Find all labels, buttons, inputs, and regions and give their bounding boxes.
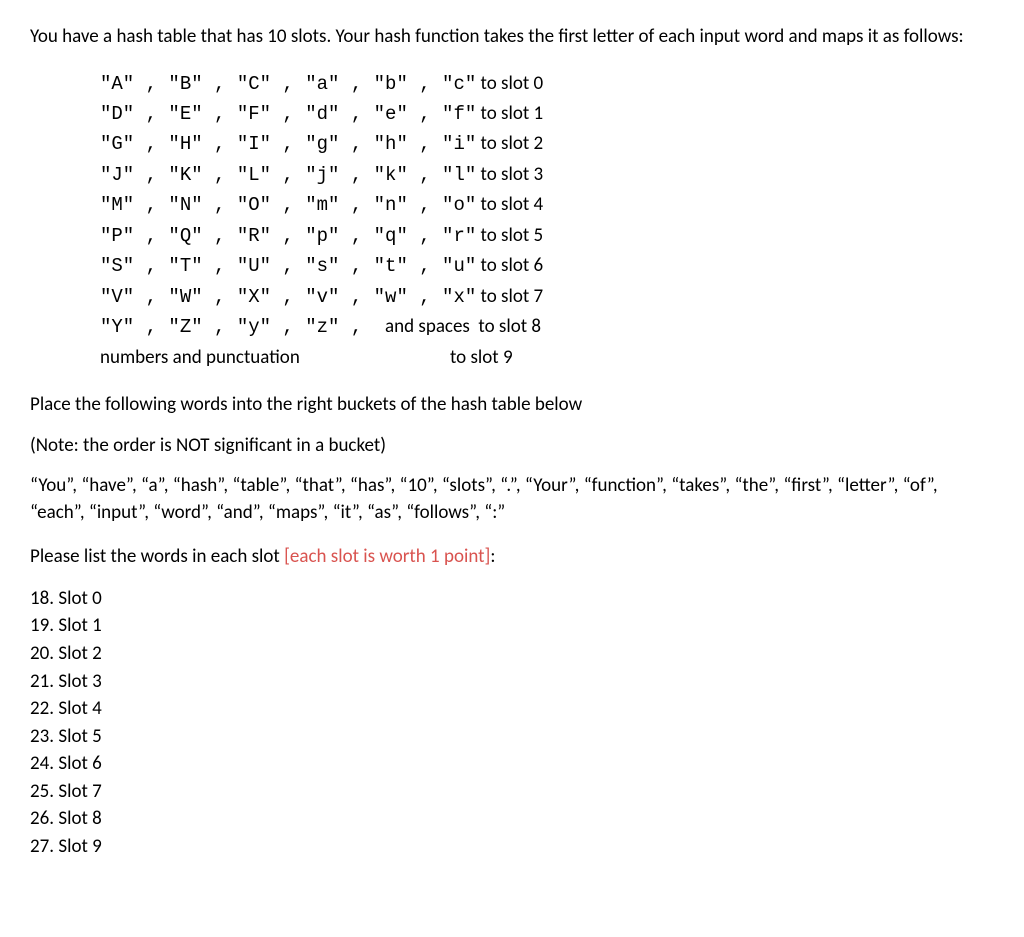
mapping-target: to slot 9 <box>450 343 513 372</box>
mapping-target: to slot 1 <box>476 99 543 128</box>
instruction-2: (Note: the order is NOT significant in a… <box>30 433 994 460</box>
mapping-target: to slot 4 <box>476 190 543 219</box>
mapping-target: to slot 0 <box>476 69 543 98</box>
mapping-target: to slot 8 <box>470 312 541 341</box>
mapping-row: "V" , "W" , "X" , "v" , "w" , "x" to slo… <box>100 282 994 312</box>
mapping-row: "P" , "Q" , "R" , "p" , "q" , "r" to slo… <box>100 221 994 251</box>
slot-item: 25. Slot 7 <box>30 778 994 806</box>
mapping-text: numbers and punctuation <box>100 343 450 372</box>
slot-item: 24. Slot 6 <box>30 750 994 778</box>
instruction-1: Place the following words into the right… <box>30 392 994 419</box>
slot-item: 18. Slot 0 <box>30 585 994 613</box>
mapping-chars: "A" , "B" , "C" , "a" , "b" , "c" <box>100 70 476 99</box>
slot-item: 23. Slot 5 <box>30 723 994 751</box>
slot-item: 26. Slot 8 <box>30 805 994 833</box>
mapping-row: "M" , "N" , "O" , "m" , "n" , "o" to slo… <box>100 190 994 220</box>
mapping-row: "D" , "E" , "F" , "d" , "e" , "f" to slo… <box>100 99 994 129</box>
mapping-row: "Y" , "Z" , "y" , "z" , and spaces to sl… <box>100 312 994 342</box>
mapping-target: to slot 2 <box>476 129 543 158</box>
slot-item: 22. Slot 4 <box>30 695 994 723</box>
mapping-target: to slot 5 <box>476 221 543 250</box>
mapping-chars: "D" , "E" , "F" , "d" , "e" , "f" <box>100 100 476 129</box>
mapping-chars: "J" , "K" , "L" , "j" , "k" , "l" <box>100 161 476 190</box>
mapping-row: "J" , "K" , "L" , "j" , "k" , "l" to slo… <box>100 160 994 190</box>
mapping-row: "S" , "T" , "U" , "s" , "t" , "u" to slo… <box>100 251 994 281</box>
slot-item: 21. Slot 3 <box>30 668 994 696</box>
mapping-extra: and spaces <box>385 312 470 341</box>
slot-item: 27. Slot 9 <box>30 833 994 861</box>
mapping-target: to slot 7 <box>476 282 543 311</box>
words-list: “You”, “have”, “a”, “hash”, “table”, “th… <box>30 473 994 526</box>
intro-paragraph: You have a hash table that has 10 slots.… <box>30 24 994 51</box>
slot-item: 20. Slot 2 <box>30 640 994 668</box>
mapping-table: "A" , "B" , "C" , "a" , "b" , "c" to slo… <box>100 69 994 372</box>
prompt-highlight: [each slot is worth 1 point] <box>284 545 490 568</box>
prompt-suffix: : <box>490 545 495 568</box>
mapping-chars: "V" , "W" , "X" , "v" , "w" , "x" <box>100 283 476 312</box>
mapping-chars: "G" , "H" , "I" , "g" , "h" , "i" <box>100 130 476 159</box>
mapping-row: "G" , "H" , "I" , "g" , "h" , "i" to slo… <box>100 129 994 159</box>
mapping-row: "A" , "B" , "C" , "a" , "b" , "c" to slo… <box>100 69 994 99</box>
mapping-chars: "Y" , "Z" , "y" , "z" , <box>100 313 385 342</box>
prompt-prefix: Please list the words in each slot <box>30 545 284 568</box>
mapping-target: to slot 3 <box>476 160 543 189</box>
mapping-chars: "S" , "T" , "U" , "s" , "t" , "u" <box>100 252 476 281</box>
slot-list: 18. Slot 0 19. Slot 1 20. Slot 2 21. Slo… <box>30 585 994 860</box>
mapping-chars: "P" , "Q" , "R" , "p" , "q" , "r" <box>100 222 476 251</box>
mapping-row: numbers and punctuation to slot 9 <box>100 343 994 372</box>
mapping-target: to slot 6 <box>476 251 543 280</box>
slot-prompt: Please list the words in each slot [each… <box>30 544 994 571</box>
mapping-chars: "M" , "N" , "O" , "m" , "n" , "o" <box>100 191 476 220</box>
slot-item: 19. Slot 1 <box>30 612 994 640</box>
